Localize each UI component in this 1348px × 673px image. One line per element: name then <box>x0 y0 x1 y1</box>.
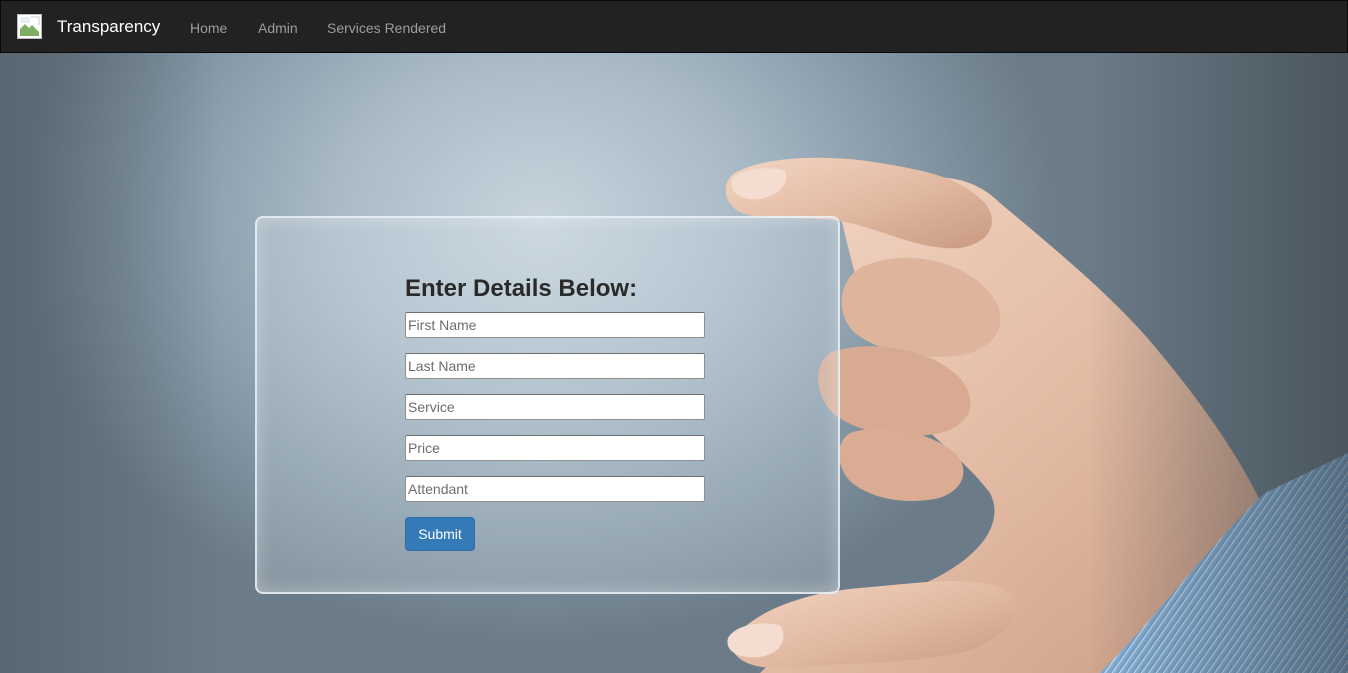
submit-button[interactable]: Submit <box>405 517 475 551</box>
nav-link-admin[interactable]: Admin <box>258 19 298 37</box>
broken-image-icon[interactable] <box>17 14 42 39</box>
form-title: Enter Details Below: <box>405 275 638 302</box>
top-navbar: Transparency Home Admin Services Rendere… <box>0 0 1348 53</box>
service-input[interactable] <box>405 394 705 420</box>
nav-link-home[interactable]: Home <box>190 19 227 37</box>
last-name-input[interactable] <box>405 353 705 379</box>
first-name-input[interactable] <box>405 312 705 338</box>
price-input[interactable] <box>405 435 705 461</box>
attendant-input[interactable] <box>405 476 705 502</box>
brand-name-link[interactable]: Transparency <box>57 17 160 37</box>
nav-link-services-rendered[interactable]: Services Rendered <box>327 19 446 37</box>
